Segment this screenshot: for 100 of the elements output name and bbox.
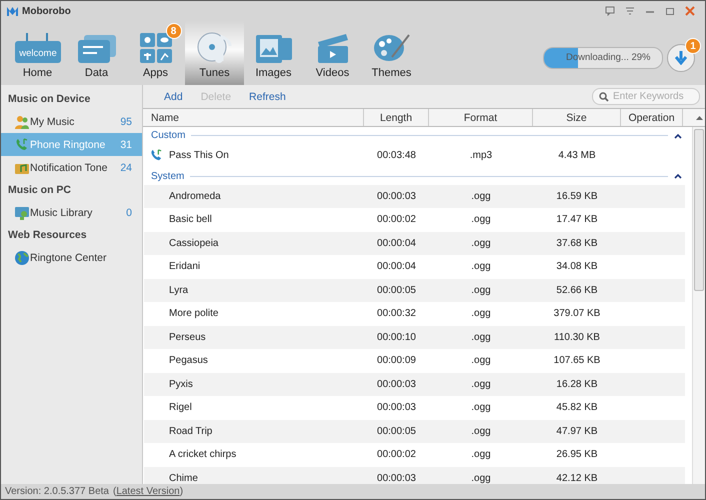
nav-tab[interactable]: welcome Home <box>8 21 67 85</box>
table-cell: 379.07 KB <box>554 308 600 320</box>
maximize-icon[interactable] <box>665 6 675 16</box>
collapse-icon[interactable] <box>674 132 682 138</box>
sidebar-item[interactable]: Music Library 0 <box>1 201 142 224</box>
sidebar-heading: Web Resources <box>7 228 88 243</box>
table-cell: Road Trip <box>169 426 212 437</box>
feedback-icon[interactable] <box>605 6 615 16</box>
item-label: My Music <box>30 116 74 128</box>
table-cell: 45.82 KB <box>556 402 598 414</box>
table-cell: .mp3 <box>470 150 492 162</box>
action-button[interactable]: Refresh <box>240 86 295 106</box>
table-cell: 107.65 KB <box>554 355 600 366</box>
window-title: Moborobo <box>22 6 71 16</box>
table-cell: A cricket chirps <box>169 449 236 460</box>
table-cell: .ogg <box>471 284 491 296</box>
palette-icon <box>374 33 410 63</box>
section-title: Custom <box>151 130 186 141</box>
table-cell: .ogg <box>471 355 491 366</box>
table-cell: More polite <box>169 308 218 320</box>
sidebar-item[interactable]: My Music 95 <box>1 110 142 133</box>
download-button[interactable] <box>667 44 695 72</box>
latest-version-link[interactable]: Latest Version <box>116 486 180 497</box>
table-cell: 00:00:02 <box>377 449 416 460</box>
item-label: Music Library <box>30 206 92 218</box>
table-cell: Eridani <box>169 261 200 272</box>
apps-icon <box>140 33 172 63</box>
table-cell: 17.47 KB <box>556 214 598 226</box>
table-cell: 16.59 KB <box>556 190 598 202</box>
sidebar-heading: Music on Device <box>7 92 92 107</box>
table-cell: 00:00:04 <box>377 238 416 249</box>
table-cell: .ogg <box>471 261 491 272</box>
globe-icon <box>15 250 29 264</box>
table-cell: 26.95 KB <box>556 449 598 460</box>
scroll-up-icon[interactable] <box>696 115 702 120</box>
download-icon <box>675 51 687 65</box>
version-text: Version: 2.0.5.377 Beta <box>5 486 109 497</box>
sidebar-item[interactable]: Ringtone Center <box>1 246 142 269</box>
phone-icon <box>15 138 29 152</box>
table-cell: 00:00:04 <box>377 261 416 272</box>
sidebar-item[interactable]: Notification Tone 24 <box>1 156 142 179</box>
clapperboard-icon <box>316 33 348 63</box>
item-count: 24 <box>120 162 132 174</box>
column-header[interactable]: Name <box>143 109 364 126</box>
cards-icon <box>78 35 116 63</box>
table-cell: Chime <box>169 472 198 484</box>
nav-tab[interactable]: 8 Apps <box>126 21 185 85</box>
scrollbar-thumb[interactable] <box>694 129 704 291</box>
nav-tab[interactable]: Themes <box>362 21 421 85</box>
table-cell: 00:00:05 <box>377 284 416 296</box>
table-cell: 52.66 KB <box>556 284 598 296</box>
table-cell: Pass This On <box>169 150 229 162</box>
item-count: 31 <box>120 138 132 150</box>
sidebar-heading: Music on PC <box>7 183 72 198</box>
table-cell: 00:00:03 <box>377 472 416 484</box>
table-cell: 00:00:03 <box>377 402 416 414</box>
close-icon[interactable] <box>685 6 695 16</box>
menu-icon[interactable] <box>625 6 635 16</box>
search-field[interactable]: Enter Keywords <box>592 88 700 105</box>
table-cell: 16.28 KB <box>556 378 598 390</box>
table-cell: Lyra <box>169 284 188 296</box>
table-cell: 00:00:03 <box>377 190 416 202</box>
table-cell: 00:00:02 <box>377 214 416 226</box>
monitor-icon <box>15 206 29 220</box>
phone-icon <box>150 149 163 162</box>
count-badge: 8 <box>166 23 182 39</box>
column-header[interactable]: Format <box>429 109 533 126</box>
paren-text: ) <box>180 486 184 497</box>
table-cell: .ogg <box>471 238 491 249</box>
column-header[interactable]: Size <box>533 109 621 126</box>
table-cell: .ogg <box>471 449 491 460</box>
table-cell: 37.68 KB <box>556 238 598 249</box>
logo-icon <box>7 6 18 16</box>
table-cell: 110.30 KB <box>554 332 600 343</box>
table-cell: 00:03:48 <box>377 150 416 162</box>
table-cell: .ogg <box>471 426 491 437</box>
table-cell: 00:00:05 <box>377 426 416 437</box>
table-cell: 42.12 KB <box>556 472 598 484</box>
table-cell: .ogg <box>471 190 491 202</box>
nav-tab[interactable]: Data <box>67 21 126 85</box>
column-header[interactable]: Operation <box>621 109 683 126</box>
nav-tab[interactable]: Tunes <box>185 21 244 85</box>
table-cell: .ogg <box>471 332 491 343</box>
table-cell: 00:00:09 <box>377 355 416 366</box>
table-cell: .ogg <box>471 378 491 390</box>
nav-tab[interactable]: Videos <box>303 21 362 85</box>
count-badge: 1 <box>685 38 701 54</box>
people-icon <box>15 114 29 128</box>
table-cell: Rigel <box>169 402 192 414</box>
search-icon <box>599 92 609 102</box>
table-cell: Pyxis <box>169 378 193 390</box>
nav-tab[interactable]: Images <box>244 21 303 85</box>
table-cell: 00:00:10 <box>377 332 416 343</box>
table-cell: .ogg <box>471 472 491 484</box>
collapse-icon[interactable] <box>674 173 682 179</box>
column-header[interactable]: Length <box>364 109 429 126</box>
disc-note-icon <box>196 31 232 63</box>
item-count: 95 <box>120 116 132 128</box>
item-label: Phone Ringtone <box>30 138 106 150</box>
action-button[interactable]: Add <box>155 86 192 106</box>
